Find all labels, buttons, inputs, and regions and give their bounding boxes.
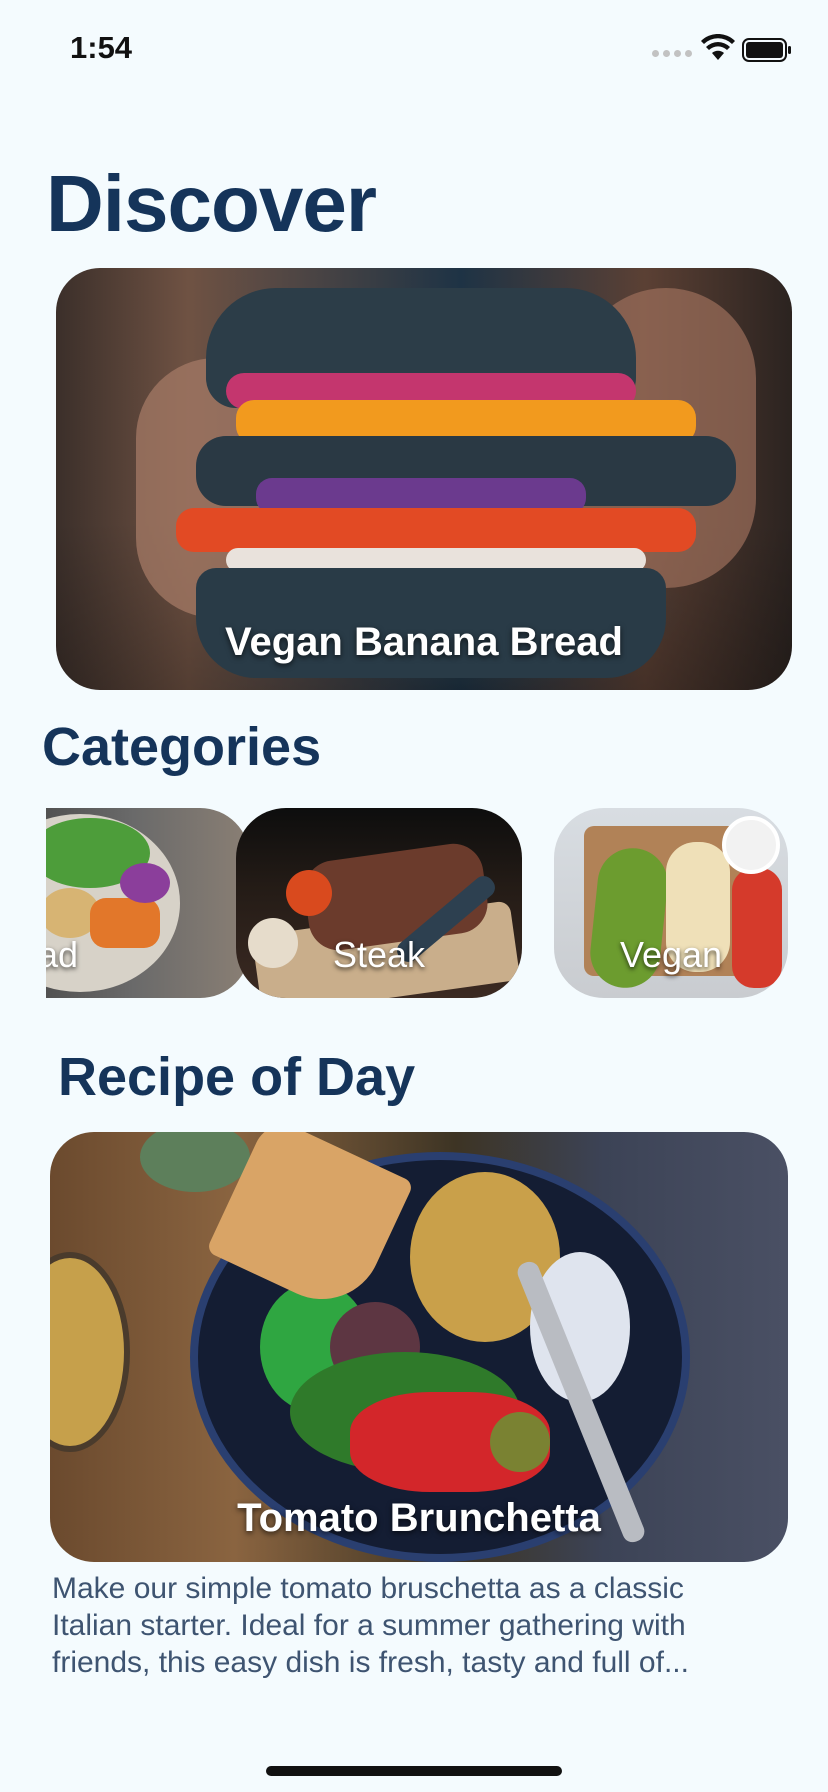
recipe-description: Make our simple tomato bruschetta as a c…	[52, 1572, 689, 1679]
category-card-salad[interactable]: lad	[46, 808, 250, 998]
salad-cabbage	[120, 863, 170, 903]
home-indicator[interactable]	[266, 1766, 562, 1776]
categories-heading: Categories	[42, 717, 322, 777]
status-time: 1:54	[70, 30, 133, 65]
basil-leaf	[140, 1132, 250, 1192]
status-bar: 1:54	[0, 0, 828, 100]
featured-recipe-card[interactable]: Vegan Banana Bread	[56, 268, 792, 690]
salad-carrot	[90, 898, 160, 948]
categories-carousel[interactable]: lad Steak Vegan	[46, 802, 788, 1008]
side-bowl	[50, 1252, 130, 1452]
category-label: lad	[46, 934, 79, 975]
battery-icon	[742, 38, 791, 62]
category-label: Vegan	[619, 934, 723, 975]
recipe-of-day-card[interactable]: Tomato Brunchetta	[50, 1132, 788, 1562]
cellular-signal-icon	[652, 50, 692, 57]
category-card-steak[interactable]: Steak	[236, 808, 522, 998]
page-title: Discover	[46, 159, 377, 248]
category-card-vegan[interactable]: Vegan	[554, 808, 788, 998]
olives	[490, 1412, 550, 1472]
recipe-of-day-title: Tomato Brunchetta	[237, 1496, 601, 1540]
tomato-layer	[176, 508, 696, 552]
vegan-seed-bowl	[722, 816, 780, 874]
wifi-icon	[701, 34, 735, 60]
recipe-of-day-heading: Recipe of Day	[58, 1047, 416, 1107]
steak-tomato	[286, 870, 332, 916]
featured-recipe-title: Vegan Banana Bread	[225, 620, 623, 664]
category-label: Steak	[332, 934, 426, 975]
